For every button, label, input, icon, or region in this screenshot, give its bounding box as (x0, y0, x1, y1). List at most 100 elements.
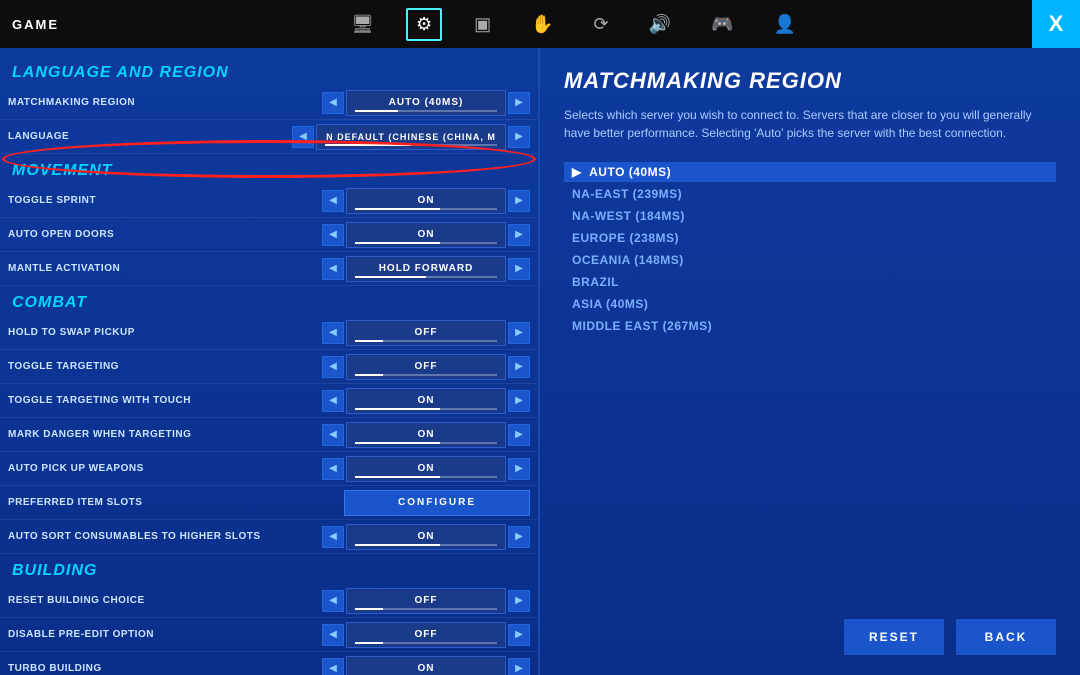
matchmaking-control: ◀ AUTO (40MS) ▶ (322, 90, 530, 116)
auto-sort-control: ◀ ON ▶ (322, 524, 530, 550)
preferred-slots-control: CONFIGURE (344, 490, 530, 516)
main-content: LANGUAGE AND REGION MATCHMAKING REGION ◀… (0, 48, 1080, 675)
right-panel-title: MATCHMAKING REGION (564, 68, 1056, 94)
toggle-targeting-touch-right[interactable]: ▶ (508, 390, 530, 412)
auto-pickup-value: ON (346, 456, 506, 482)
matchmaking-left-arrow[interactable]: ◀ (322, 92, 344, 114)
right-panel: MATCHMAKING REGION Selects which server … (540, 48, 1080, 675)
label-preferred-slots: PREFERRED ITEM SLOTS (8, 497, 344, 508)
matchmaking-value: AUTO (40MS) (346, 90, 506, 116)
region-arrow-icon: ▶ (572, 165, 582, 179)
turbo-building-right[interactable]: ▶ (508, 658, 530, 675)
label-turbo-building: TURBO BUILDING (8, 663, 322, 674)
mark-danger-left[interactable]: ◀ (322, 424, 344, 446)
language-left-arrow[interactable]: ◀ (292, 126, 314, 148)
setting-row-toggle-targeting: TOGGLE TARGETING ◀ OFF ▶ (0, 350, 538, 384)
label-toggle-targeting: TOGGLE TARGETING (8, 361, 322, 372)
gear-icon[interactable]: ⚙ (406, 8, 442, 41)
disable-pre-edit-value: OFF (346, 622, 506, 648)
region-item-auto[interactable]: ▶ AUTO (40MS) (564, 162, 1056, 182)
configure-button[interactable]: CONFIGURE (344, 490, 530, 516)
auto-open-doors-left[interactable]: ◀ (322, 224, 344, 246)
label-toggle-targeting-touch: TOGGLE TARGETING WITH TOUCH (8, 395, 322, 406)
close-button[interactable]: X (1032, 0, 1080, 48)
auto-pickup-left[interactable]: ◀ (322, 458, 344, 480)
region-item-na-east[interactable]: NA-EAST (239MS) (564, 184, 1056, 204)
auto-pickup-right[interactable]: ▶ (508, 458, 530, 480)
auto-sort-left[interactable]: ◀ (322, 526, 344, 548)
region-item-na-west[interactable]: NA-WEST (184MS) (564, 206, 1056, 226)
toggle-targeting-touch-control: ◀ ON ▶ (322, 388, 530, 414)
mark-danger-control: ◀ ON ▶ (322, 422, 530, 448)
speaker-icon[interactable]: 🔊 (641, 10, 679, 39)
reset-button[interactable]: RESET (844, 619, 944, 655)
auto-open-doors-control: ◀ ON ▶ (322, 222, 530, 248)
toggle-targeting-touch-left[interactable]: ◀ (322, 390, 344, 412)
hold-to-swap-value: OFF (346, 320, 506, 346)
setting-row-mark-danger: MARK DANGER WHEN TARGETING ◀ ON ▶ (0, 418, 538, 452)
toggle-sprint-right[interactable]: ▶ (508, 190, 530, 212)
turbo-building-left[interactable]: ◀ (322, 658, 344, 675)
matchmaking-right-arrow[interactable]: ▶ (508, 92, 530, 114)
region-item-oceania[interactable]: OCEANIA (148MS) (564, 250, 1056, 270)
region-item-europe[interactable]: EUROPE (238MS) (564, 228, 1056, 248)
display-icon[interactable]: ▣ (466, 10, 499, 39)
mark-danger-right[interactable]: ▶ (508, 424, 530, 446)
disable-pre-edit-right[interactable]: ▶ (508, 624, 530, 646)
reset-building-value: OFF (346, 588, 506, 614)
hand-icon[interactable]: ✋ (523, 10, 561, 39)
right-panel-description: Selects which server you wish to connect… (564, 106, 1056, 142)
label-toggle-sprint: TOGGLE SPRINT (8, 195, 322, 206)
setting-row-language: LANGUAGE ◀ N DEFAULT (CHINESE (CHINA, M … (0, 120, 538, 154)
setting-row-hold-to-swap: HOLD TO SWAP PICKUP ◀ OFF ▶ (0, 316, 538, 350)
setting-label-matchmaking: MATCHMAKING REGION (8, 97, 322, 108)
hold-to-swap-right[interactable]: ▶ (508, 322, 530, 344)
toggle-targeting-right[interactable]: ▶ (508, 356, 530, 378)
mantle-activation-right[interactable]: ▶ (508, 258, 530, 280)
region-item-brazil[interactable]: BRAZIL (564, 272, 1056, 292)
auto-open-doors-right[interactable]: ▶ (508, 224, 530, 246)
person-icon[interactable]: 👤 (765, 10, 803, 39)
label-hold-to-swap: HOLD TO SWAP PICKUP (8, 327, 322, 338)
toggle-sprint-value: ON (346, 188, 506, 214)
label-mark-danger: MARK DANGER WHEN TARGETING (8, 429, 322, 440)
setting-row-toggle-targeting-touch: TOGGLE TARGETING WITH TOUCH ◀ ON ▶ (0, 384, 538, 418)
setting-row-auto-open-doors: AUTO OPEN DOORS ◀ ON ▶ (0, 218, 538, 252)
language-control: ◀ N DEFAULT (CHINESE (CHINA, M ▶ (292, 124, 530, 150)
label-mantle-activation: MANTLE ACTIVATION (8, 263, 322, 274)
section-header-language: LANGUAGE AND REGION (0, 56, 538, 86)
back-button[interactable]: BACK (956, 619, 1056, 655)
mantle-activation-value: HOLD FORWARD (346, 256, 506, 282)
reset-building-right[interactable]: ▶ (508, 590, 530, 612)
section-header-movement: MOVEMENT (0, 154, 538, 184)
disable-pre-edit-left[interactable]: ◀ (322, 624, 344, 646)
mantle-activation-left[interactable]: ◀ (322, 258, 344, 280)
toggle-sprint-left[interactable]: ◀ (322, 190, 344, 212)
toggle-targeting-control: ◀ OFF ▶ (322, 354, 530, 380)
controller-outline-icon[interactable]: ⟳ (586, 10, 617, 39)
section-header-combat: COMBAT (0, 286, 538, 316)
setting-row-matchmaking: MATCHMAKING REGION ◀ AUTO (40MS) ▶ (0, 86, 538, 120)
reset-building-left[interactable]: ◀ (322, 590, 344, 612)
toggle-targeting-left[interactable]: ◀ (322, 356, 344, 378)
auto-sort-right[interactable]: ▶ (508, 526, 530, 548)
mark-danger-value: ON (346, 422, 506, 448)
region-item-middle-east[interactable]: MIDDLE EAST (267MS) (564, 316, 1056, 336)
monitor-icon[interactable]: 🖥 (343, 10, 382, 39)
left-panel: LANGUAGE AND REGION MATCHMAKING REGION ◀… (0, 48, 540, 675)
setting-row-reset-building: RESET BUILDING CHOICE ◀ OFF ▶ (0, 584, 538, 618)
disable-pre-edit-control: ◀ OFF ▶ (322, 622, 530, 648)
reset-building-control: ◀ OFF ▶ (322, 588, 530, 614)
top-bar-icons: 🖥 ⚙ ▣ ✋ ⟳ 🔊 🎮 👤 (79, 8, 1068, 41)
region-item-asia[interactable]: ASIA (40MS) (564, 294, 1056, 314)
gamepad-icon[interactable]: 🎮 (703, 10, 741, 39)
toggle-targeting-touch-value: ON (346, 388, 506, 414)
hold-to-swap-left[interactable]: ◀ (322, 322, 344, 344)
auto-pickup-control: ◀ ON ▶ (322, 456, 530, 482)
region-list: ▶ AUTO (40MS) NA-EAST (239MS) NA-WEST (1… (564, 162, 1056, 336)
setting-row-turbo-building: TURBO BUILDING ◀ ON ▶ (0, 652, 538, 675)
section-header-building: BUILDING (0, 554, 538, 584)
auto-open-doors-value: ON (346, 222, 506, 248)
page-title: GAME (12, 17, 59, 32)
language-right-arrow[interactable]: ▶ (508, 126, 530, 148)
